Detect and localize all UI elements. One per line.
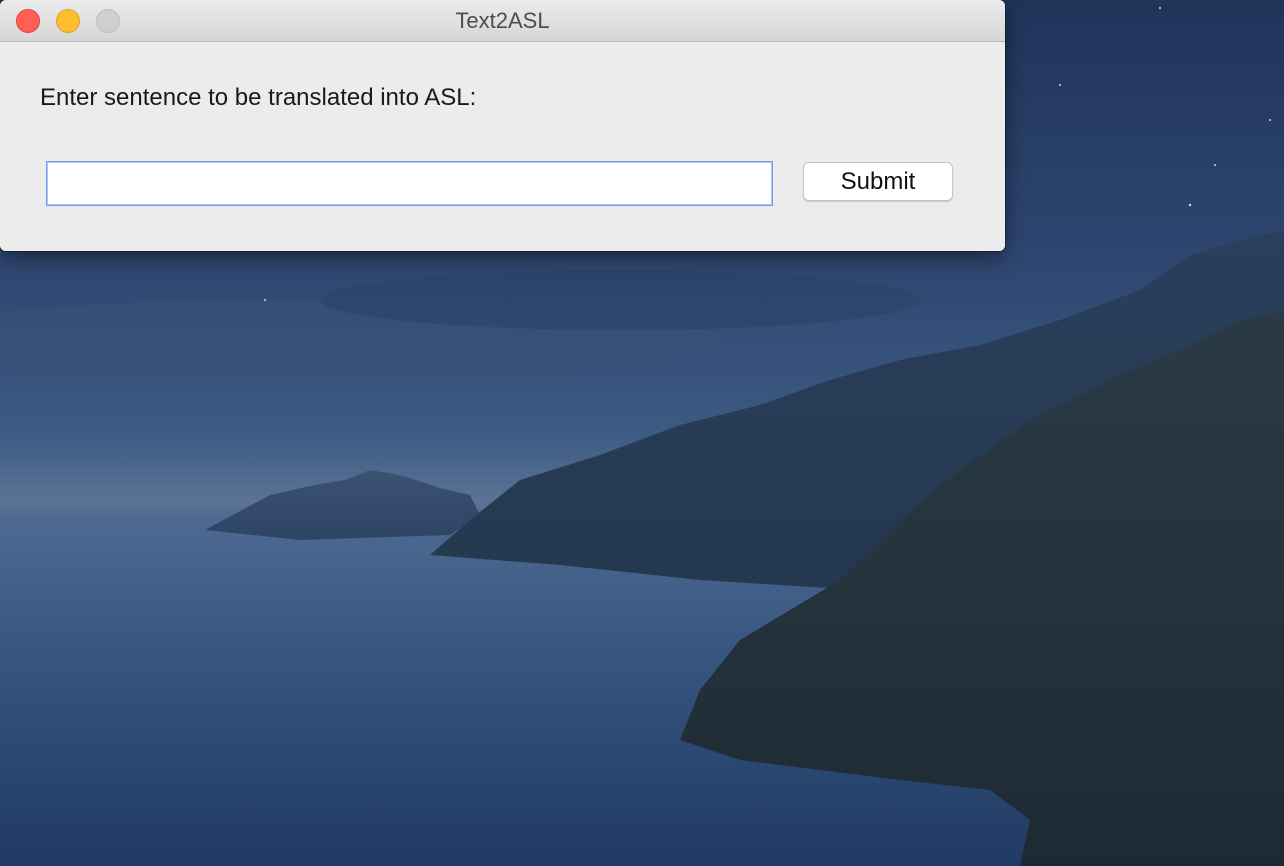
window-title: Text2ASL <box>455 8 550 33</box>
sentence-input[interactable] <box>46 161 773 206</box>
prompt-label: Enter sentence to be translated into ASL… <box>40 84 477 111</box>
app-window: Text2ASL Enter sentence to be translated… <box>0 0 1005 251</box>
window-titlebar[interactable]: Text2ASL <box>0 0 1005 42</box>
window-content: Enter sentence to be translated into ASL… <box>0 42 1005 251</box>
submit-button[interactable]: Submit <box>803 162 953 201</box>
